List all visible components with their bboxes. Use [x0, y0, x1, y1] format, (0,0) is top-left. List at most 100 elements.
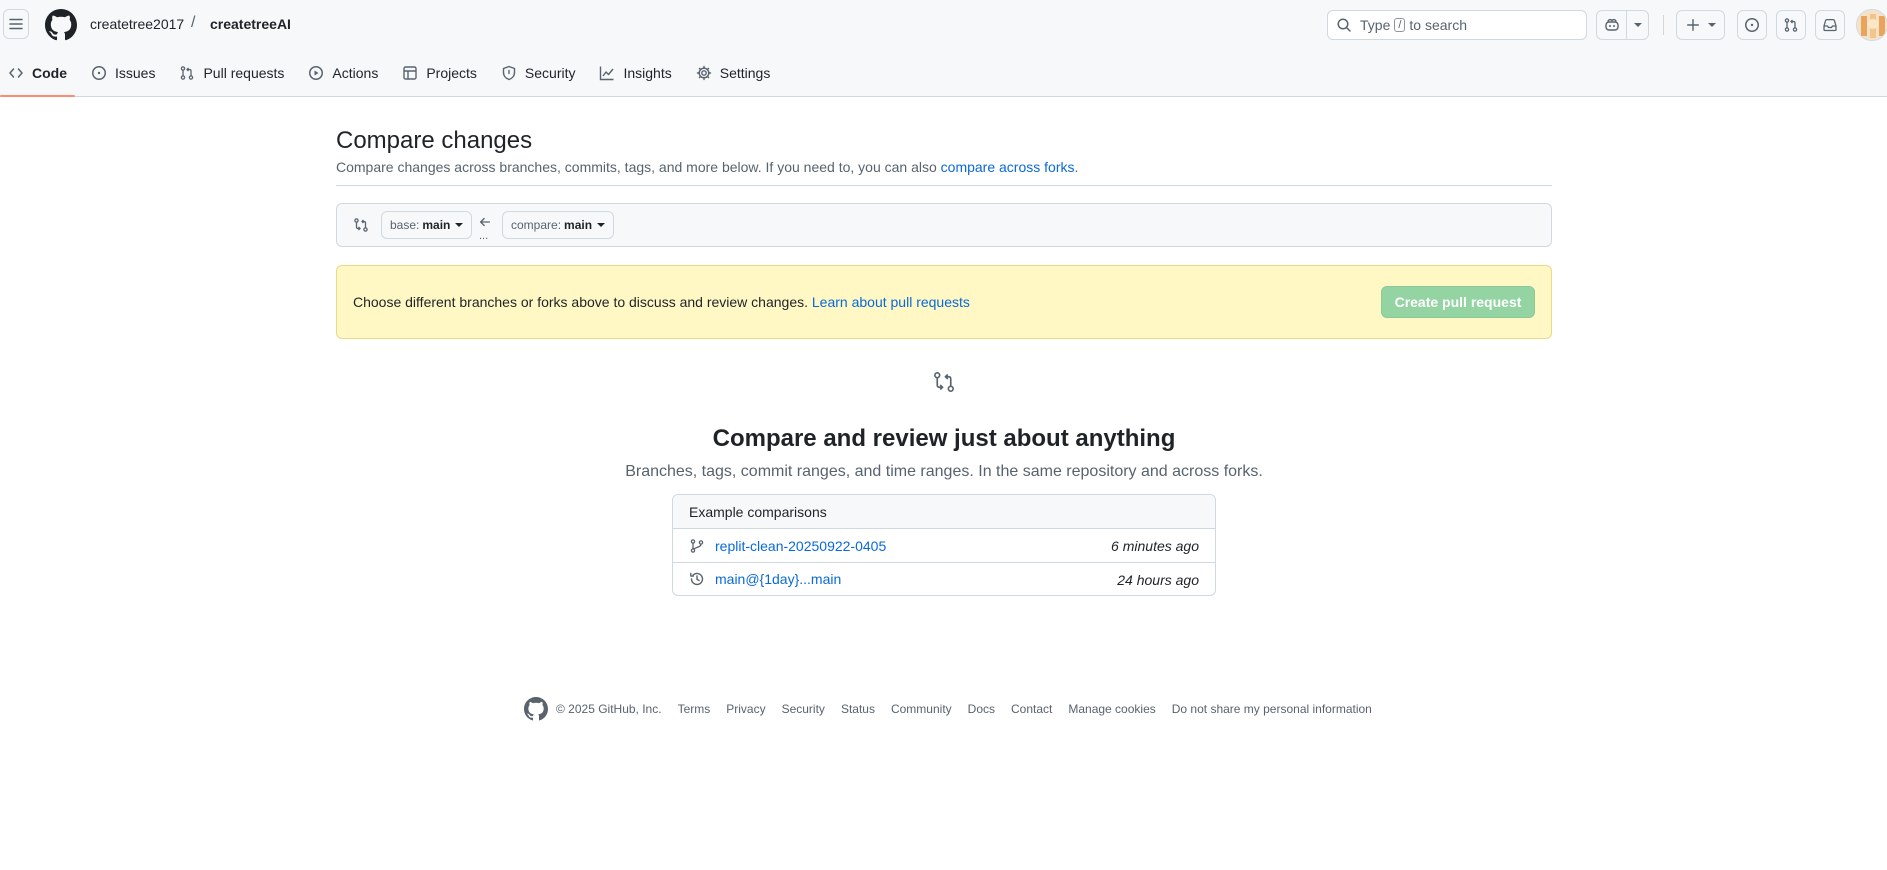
compare-branch-select[interactable]: compare: main — [502, 211, 615, 239]
footer-link-security[interactable]: Security — [782, 702, 825, 716]
base-value: main — [422, 218, 451, 232]
page-subtitle-text: Compare changes across branches, commits… — [336, 159, 937, 175]
tab-label: Insights — [623, 64, 672, 81]
copilot-button[interactable] — [1597, 11, 1628, 39]
breadcrumb-owner[interactable]: createtree2017 — [90, 16, 184, 32]
tab-projects[interactable]: Projects — [394, 56, 485, 89]
learn-pull-requests-link[interactable]: Learn about pull requests — [812, 294, 970, 310]
avatar-image-icon — [1857, 10, 1887, 40]
example-comparison-link[interactable]: main@{1day}...main — [715, 571, 841, 587]
footer-link-terms[interactable]: Terms — [678, 702, 711, 716]
git-pull-request-icon — [181, 65, 194, 80]
blankslate-subtitle: Branches, tags, commit ranges, and time … — [625, 463, 1263, 480]
compare-prefix: compare: — [511, 218, 562, 232]
graph-icon — [600, 66, 615, 80]
copilot-button-group — [1596, 10, 1649, 40]
create-new-button[interactable] — [1676, 10, 1725, 40]
tab-label: Settings — [719, 64, 771, 81]
tab-security[interactable]: Security — [493, 56, 584, 89]
notifications-button[interactable] — [1815, 10, 1845, 40]
your-pull-requests-button[interactable] — [1776, 10, 1806, 40]
example-comparisons-header: Example comparisons — [673, 495, 1215, 529]
gear-icon — [696, 65, 711, 80]
hamburger-menu-button[interactable] — [3, 9, 29, 39]
footer-link-community[interactable]: Community — [891, 702, 952, 716]
page-title: Compare changes — [336, 127, 533, 154]
chevron-down-icon — [1633, 23, 1642, 27]
tab-label: Issues — [115, 64, 156, 81]
footer-link-privacy[interactable]: Privacy — [726, 702, 765, 716]
page-footer: © 2025 GitHub, Inc. Terms Privacy Securi… — [524, 697, 1388, 721]
page-subtitle: Compare changes across branches, commits… — [336, 159, 1078, 175]
hamburger-icon — [9, 18, 23, 30]
plus-icon — [1686, 19, 1699, 31]
table-icon — [403, 65, 418, 80]
search-input[interactable]: Type / to search — [1327, 10, 1587, 40]
chevron-down-icon — [455, 223, 464, 227]
footer-link-status[interactable]: Status — [841, 702, 875, 716]
issue-opened-icon — [92, 65, 106, 80]
git-compare-icon — [934, 372, 954, 392]
divider — [336, 185, 1552, 186]
footer-link-do-not-share[interactable]: Do not share my personal information — [1172, 702, 1372, 716]
arrow-left-icon — [479, 217, 491, 227]
git-compare-icon — [354, 218, 368, 232]
footer-link-contact[interactable]: Contact — [1011, 702, 1052, 716]
tab-label: Security — [524, 64, 576, 81]
example-comparisons: Example comparisons replit-clean-2025092… — [672, 494, 1216, 596]
base-branch-select[interactable]: base: main — [381, 211, 473, 239]
flash-message: Choose different branches or forks above… — [353, 294, 970, 310]
tab-settings[interactable]: Settings — [688, 56, 779, 89]
github-logo-icon[interactable] — [45, 9, 77, 41]
shield-icon — [502, 65, 516, 80]
copilot-icon — [1605, 18, 1619, 31]
user-avatar[interactable] — [1856, 9, 1887, 41]
git-pull-request-icon — [1784, 18, 1798, 32]
search-icon — [1337, 18, 1351, 32]
flash-notice: Choose different branches or forks above… — [336, 265, 1552, 339]
your-issues-button[interactable] — [1737, 10, 1767, 40]
git-branch-icon — [690, 538, 704, 553]
tab-actions[interactable]: Actions — [300, 56, 386, 89]
footer-link-manage-cookies[interactable]: Manage cookies — [1068, 702, 1155, 716]
tab-pull-requests[interactable]: Pull requests — [171, 56, 292, 89]
history-icon — [690, 572, 704, 586]
issue-opened-icon — [1745, 18, 1759, 32]
footer-link-docs[interactable]: Docs — [968, 702, 995, 716]
base-prefix: base: — [390, 218, 420, 232]
repo-tab-nav: Code Issues Pull requests Actions Projec… — [0, 56, 786, 97]
tab-insights[interactable]: Insights — [591, 56, 679, 89]
tab-label: Projects — [426, 64, 477, 81]
compare-forks-link[interactable]: compare across forks — [941, 159, 1075, 175]
code-icon — [9, 67, 23, 78]
breadcrumb-separator: / — [191, 14, 196, 31]
create-pull-request-button[interactable]: Create pull request — [1381, 286, 1535, 318]
range-editor: base: main ... compare: main — [336, 203, 1552, 247]
tab-issues[interactable]: Issues — [83, 56, 163, 89]
example-timestamp: 24 hours ago — [1117, 572, 1199, 588]
tab-code[interactable]: Code — [0, 56, 75, 97]
chevron-down-icon — [597, 223, 606, 227]
blankslate-title: Compare and review just about anything — [712, 425, 1176, 452]
inbox-icon — [1823, 18, 1837, 32]
tab-label: Actions — [332, 64, 379, 81]
range-dots: ... — [479, 230, 489, 242]
flash-text: Choose different branches or forks above… — [353, 294, 808, 310]
tab-label: Pull requests — [203, 64, 285, 81]
breadcrumb-repo[interactable]: createtreeAI — [210, 16, 291, 32]
list-item: main@{1day}...main 24 hours ago — [673, 562, 1215, 595]
example-timestamp: 6 minutes ago — [1111, 538, 1199, 554]
header-divider — [1663, 15, 1664, 35]
page-subtitle-end: . — [1074, 159, 1079, 175]
play-icon — [309, 65, 324, 80]
search-shortcut-key: / — [1394, 18, 1406, 32]
search-prefix: Type — [1360, 17, 1391, 33]
repo-header: createtree2017 / createtreeAI Type / to … — [0, 0, 1887, 97]
footer-copyright: © 2025 GitHub, Inc. — [556, 702, 662, 716]
example-comparison-link[interactable]: replit-clean-20250922-0405 — [715, 538, 886, 554]
compare-value: main — [564, 218, 593, 232]
github-logo-icon[interactable] — [524, 697, 548, 721]
chevron-down-icon — [1707, 23, 1716, 27]
copilot-dropdown-button[interactable] — [1627, 11, 1648, 39]
search-suffix: to search — [1409, 17, 1468, 33]
